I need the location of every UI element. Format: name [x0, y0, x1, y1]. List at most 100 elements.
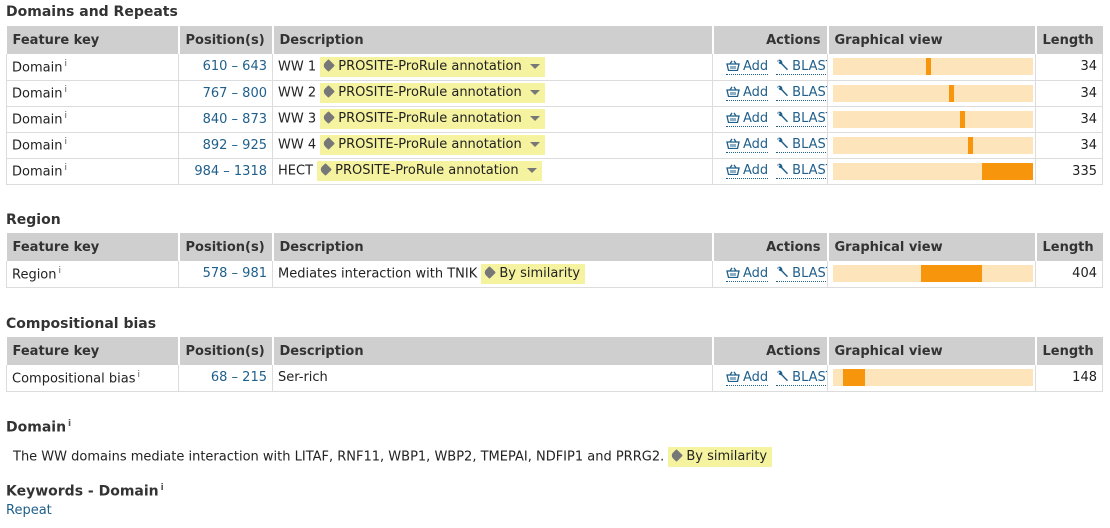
info-icon[interactable]: i	[64, 59, 67, 69]
length-cell: 34	[1035, 80, 1103, 107]
blast-button[interactable]: BLAST	[776, 59, 828, 75]
evidence-badge[interactable]: PROSITE-ProRule annotation	[317, 161, 542, 181]
evidence-badge[interactable]: PROSITE-ProRule annotation	[320, 109, 545, 129]
blast-label: BLAST	[792, 369, 827, 385]
tag-icon	[322, 58, 336, 72]
table-row: Domain i 984 – 1318 HECT PROSITE-ProRule an…	[6, 158, 1103, 185]
position-cell: 767 – 800	[178, 80, 273, 107]
add-button[interactable]: Add	[726, 266, 769, 282]
table-row: Domain i 892 – 925 WW 4 PROSITE-ProRule ann…	[6, 132, 1103, 159]
domain-comment-title-text: Domain	[6, 419, 67, 436]
wrench-icon	[777, 370, 789, 381]
blast-button[interactable]: BLAST	[776, 112, 828, 127]
add-button[interactable]: Add	[726, 164, 769, 179]
blast-button[interactable]: BLAST	[776, 137, 828, 153]
feature-bar[interactable]	[967, 136, 973, 154]
length-cell: 148	[1035, 365, 1103, 392]
evidence-label: PROSITE-ProRule annotation	[338, 58, 522, 74]
bias-section-title: Compositional bias	[6, 316, 157, 332]
evidence-badge[interactable]: PROSITE-ProRule annotation	[320, 56, 545, 77]
blast-label: BLAST	[792, 137, 827, 152]
evidence-badge[interactable]: PROSITE-ProRule annotation	[320, 135, 545, 155]
header-feature-key[interactable]: Feature key	[6, 26, 179, 54]
feature-key-label: Region	[12, 266, 57, 282]
description-text: WW 2	[278, 85, 317, 101]
blast-button[interactable]: BLAST	[776, 265, 828, 282]
header-description[interactable]: Description	[271, 233, 713, 261]
info-icon[interactable]: i	[64, 163, 67, 173]
blast-button[interactable]: BLAST	[776, 86, 828, 101]
position-link[interactable]: 578 – 981	[203, 266, 267, 281]
feature-key-cell: Domain i	[6, 132, 179, 159]
feature-bar-track	[833, 58, 1033, 76]
feature-bar[interactable]	[926, 58, 931, 76]
info-icon[interactable]: i	[161, 483, 164, 493]
evidence-badge[interactable]: By similarity	[481, 263, 586, 284]
blast-button[interactable]: BLAST	[776, 163, 828, 179]
length-value: 335	[1072, 163, 1097, 179]
info-icon[interactable]: i	[59, 266, 62, 276]
position-link[interactable]: 984 – 1318	[194, 164, 267, 179]
blast-button[interactable]: BLAST	[776, 369, 828, 386]
position-link[interactable]: 610 – 643	[203, 59, 267, 74]
domains-table: Feature key Position(s) Description Acti…	[6, 26, 1103, 185]
add-button[interactable]: Add	[726, 112, 769, 127]
tag-icon	[322, 85, 336, 98]
actions-cell: Add BLAST	[712, 158, 828, 185]
info-icon[interactable]: i	[64, 111, 67, 121]
position-cell: 68 – 215	[178, 365, 273, 392]
header-feature-key[interactable]: Feature key	[6, 337, 179, 365]
blast-label: BLAST	[792, 265, 827, 281]
table-row: Region i 578 – 981 Mediates interaction wit…	[6, 261, 1103, 288]
header-feature-key[interactable]: Feature key	[6, 233, 179, 261]
feature-bar[interactable]	[960, 110, 965, 128]
header-description[interactable]: Description	[271, 337, 713, 365]
position-link[interactable]: 892 – 925	[203, 138, 267, 153]
actions-cell: Add BLAST	[712, 54, 828, 81]
position-link[interactable]: 767 – 800	[203, 86, 267, 101]
add-button[interactable]: Add	[726, 86, 769, 101]
header-actions: Actions	[711, 233, 828, 261]
header-description[interactable]: Description	[271, 26, 713, 54]
header-positions[interactable]: Position(s)	[177, 337, 273, 365]
info-icon[interactable]: i	[138, 370, 141, 380]
basket-icon	[726, 164, 740, 175]
feature-key-cell: Region i	[6, 261, 179, 288]
feature-bar[interactable]	[921, 265, 982, 283]
feature-bar-track	[833, 265, 1033, 283]
header-length[interactable]: Length	[1034, 26, 1103, 54]
description-cell: WW 3 PROSITE-ProRule annotation	[272, 106, 713, 133]
region-section-title: Region	[6, 212, 61, 228]
actions-cell: Add BLAST	[712, 261, 828, 288]
position-link[interactable]: 840 – 873	[203, 112, 267, 127]
description-text: Ser-rich	[278, 370, 328, 386]
info-icon[interactable]: i	[68, 419, 71, 429]
feature-bar[interactable]	[843, 369, 865, 387]
feature-key-label: Domain	[12, 86, 63, 102]
length-cell: 34	[1035, 54, 1103, 81]
domains-table-header: Feature key Position(s) Description Acti…	[6, 26, 1103, 54]
header-positions[interactable]: Position(s)	[177, 233, 273, 261]
chevron-down-icon	[529, 63, 540, 69]
evidence-badge[interactable]: By similarity	[668, 447, 773, 467]
info-icon[interactable]: i	[64, 137, 67, 147]
blast-label: BLAST	[792, 163, 827, 178]
add-label: Add	[743, 137, 769, 152]
keyword-link-repeat[interactable]: Repeat	[6, 503, 52, 518]
tag-icon	[319, 163, 333, 176]
add-button[interactable]: Add	[726, 370, 769, 386]
domain-comment-title: Domain i	[6, 419, 71, 436]
feature-bar[interactable]	[982, 162, 1033, 180]
feature-bar[interactable]	[949, 84, 954, 102]
evidence-label: PROSITE-ProRule annotation	[335, 163, 519, 178]
description-cell: WW 4 PROSITE-ProRule annotation	[272, 132, 713, 159]
add-button[interactable]: Add	[726, 59, 769, 75]
evidence-badge[interactable]: PROSITE-ProRule annotation	[320, 83, 545, 103]
add-button[interactable]: Add	[726, 137, 769, 153]
header-length[interactable]: Length	[1034, 337, 1103, 365]
description-text: WW 1	[278, 59, 317, 75]
header-positions[interactable]: Position(s)	[177, 26, 273, 54]
header-length[interactable]: Length	[1034, 233, 1103, 261]
info-icon[interactable]: i	[64, 85, 67, 95]
position-link[interactable]: 68 – 215	[211, 370, 267, 385]
